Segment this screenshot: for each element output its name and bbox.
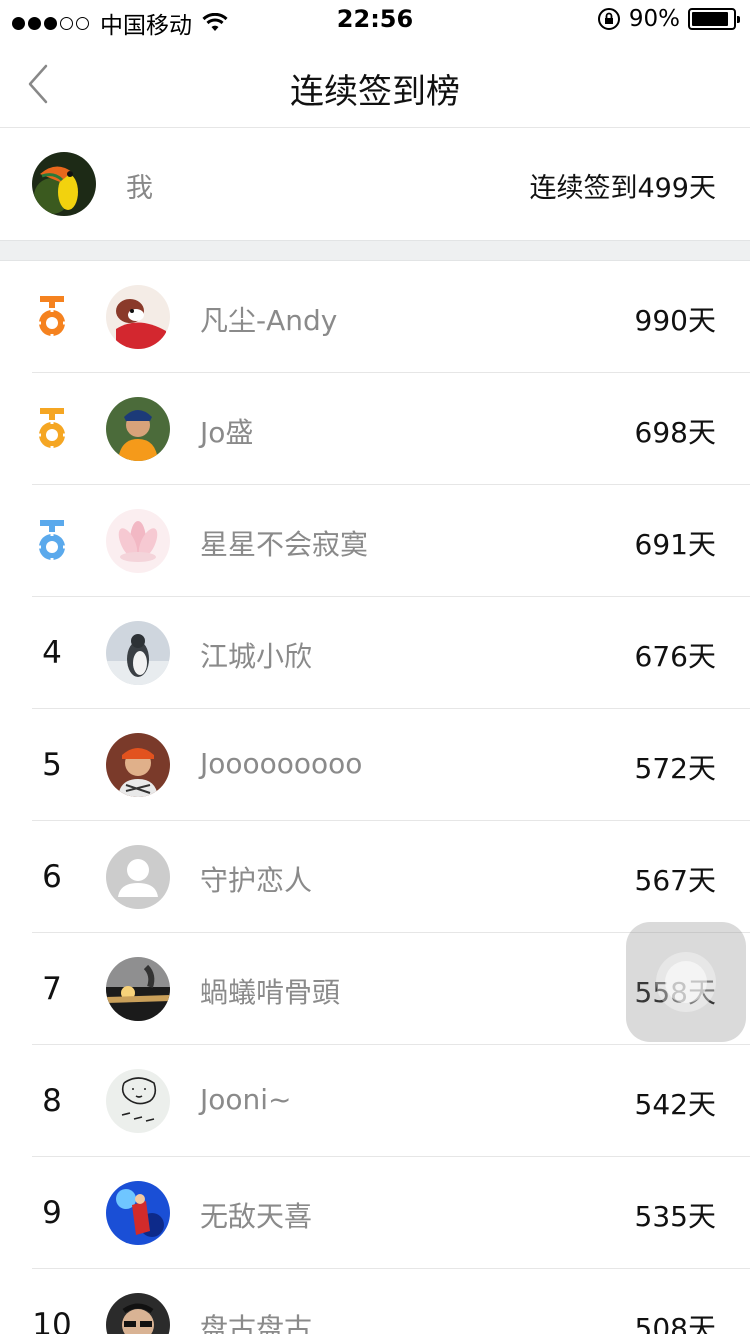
ranking-row[interactable]: 8 Jooni~ 542天 [0,1045,750,1157]
rank-number: 4 [42,635,62,671]
streak-days: 535天 [634,1200,716,1233]
avatar[interactable] [106,957,170,1021]
bronze-medal-icon [22,513,82,569]
silver-medal-icon [22,401,82,457]
avatar[interactable] [106,285,170,349]
streak-days: 567天 [634,864,716,897]
user-name: Jooni~ [200,1083,292,1116]
user-name: 凡尘-Andy [200,304,338,337]
user-name: 星星不会寂寞 [200,528,369,561]
avatar[interactable] [106,733,170,797]
my-streak: 连续签到499天 [529,173,716,204]
user-name: 盘古盘古 [200,1312,313,1334]
ranking-row[interactable]: 5 Jooooooooo 572天 [0,709,750,821]
avatar[interactable] [106,1293,170,1334]
section-divider [0,240,750,261]
streak-days: 691天 [634,528,716,561]
default-avatar-icon[interactable] [106,845,170,909]
rank-number: 10 [32,1307,72,1334]
rank-number: 9 [42,1195,62,1231]
ranking-row[interactable]: 6 守护恋人 567天 [0,821,750,933]
page-title: 连续签到榜 [290,72,460,112]
assistive-touch-button[interactable] [626,922,746,1042]
user-name: Jooooooooo [200,747,363,780]
my-name: 我 [126,173,153,204]
streak-days: 572天 [634,752,716,785]
rank-number: 5 [42,747,62,783]
user-name: 江城小欣 [200,640,313,673]
ranking-row[interactable]: 星星不会寂寞 691天 [0,485,750,597]
avatar[interactable] [106,397,170,461]
status-bar: 中国移动 22:56 90% [0,0,750,40]
user-name: Jo盛 [200,416,254,449]
streak-days: 676天 [634,640,716,673]
ranking-row[interactable]: Jo盛 698天 [0,373,750,485]
user-name: 守护恋人 [200,864,313,897]
avatar[interactable] [106,1069,170,1133]
navigation-bar: 连续签到榜 [0,40,750,128]
streak-days: 542天 [634,1088,716,1121]
ranking-list: 凡尘-Andy 990天 Jo盛 698天 星星不会寂寞 691天 4 江城小欣… [0,261,750,1334]
orientation-lock-icon [597,8,620,30]
toucan-avatar-image [32,152,96,216]
rank-number: 7 [42,971,62,1007]
avatar[interactable] [106,621,170,685]
user-name: 无敌天喜 [200,1200,313,1233]
ranking-row[interactable]: 凡尘-Andy 990天 [0,261,750,373]
streak-days: 990天 [634,304,716,337]
rank-number: 8 [42,1083,62,1119]
ranking-row[interactable]: 9 无敌天喜 535天 [0,1157,750,1269]
avatar[interactable] [106,509,170,573]
streak-days: 508天 [634,1312,716,1334]
status-right: 90% [597,6,740,32]
rank-number: 6 [42,859,62,895]
user-name: 蝸蟻啃骨頭 [200,976,341,1009]
battery-icon [688,8,740,30]
ranking-row[interactable]: 10 盘古盘古 508天 [0,1269,750,1334]
streak-days: 698天 [634,416,716,449]
ranking-row[interactable]: 4 江城小欣 676天 [0,597,750,709]
avatar[interactable] [106,1181,170,1245]
my-ranking-row[interactable]: 我 连续签到499天 [0,128,750,240]
my-avatar[interactable] [32,152,96,216]
gold-medal-icon [22,289,82,345]
battery-percentage: 90% [628,6,680,32]
